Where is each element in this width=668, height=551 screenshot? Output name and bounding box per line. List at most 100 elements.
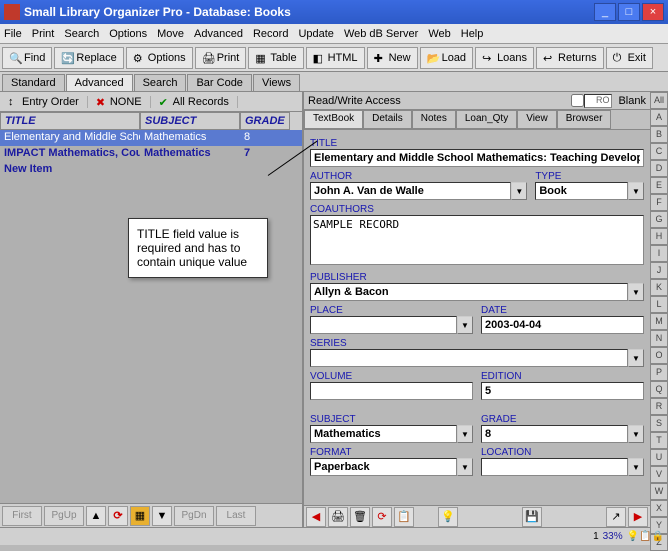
tab-barcode[interactable]: Bar Code — [187, 74, 251, 91]
alpha-q[interactable]: Q — [650, 381, 668, 398]
nav-last[interactable]: Last — [216, 506, 256, 526]
maximize-button[interactable]: □ — [618, 3, 640, 21]
menu-search[interactable]: Search — [64, 28, 99, 40]
nav-pgup[interactable]: PgUp — [44, 506, 84, 526]
returns-button[interactable]: ↩Returns — [536, 47, 604, 69]
dtab-details[interactable]: Details — [363, 110, 412, 129]
type-dropdown[interactable]: ▼ — [628, 182, 644, 200]
nav-pgdn[interactable]: PgDn — [174, 506, 214, 526]
series-field[interactable] — [310, 349, 628, 367]
edition-field[interactable] — [481, 382, 644, 400]
replace-button[interactable]: 🔄Replace — [54, 47, 123, 69]
tab-views[interactable]: Views — [253, 74, 300, 91]
fwd-button[interactable]: ▶ — [628, 507, 648, 527]
load-button[interactable]: 📂Load — [420, 47, 473, 69]
menu-print[interactable]: Print — [32, 28, 55, 40]
print-rec-button[interactable]: 🖨 — [328, 507, 348, 527]
nav-prev[interactable]: ▲ — [86, 506, 106, 526]
close-button[interactable]: × — [642, 3, 664, 21]
alpha-o[interactable]: O — [650, 347, 668, 364]
alpha-x[interactable]: X — [650, 500, 668, 517]
menu-help[interactable]: Help — [461, 28, 484, 40]
menu-update[interactable]: Update — [298, 28, 333, 40]
blank-label[interactable]: Blank — [618, 95, 646, 107]
coauthors-field[interactable] — [310, 215, 644, 265]
dtab-notes[interactable]: Notes — [412, 110, 456, 129]
type-field[interactable] — [535, 182, 628, 200]
alpha-k[interactable]: K — [650, 279, 668, 296]
alpha-v[interactable]: V — [650, 466, 668, 483]
place-dropdown[interactable]: ▼ — [457, 316, 473, 334]
col-grade[interactable]: GRADE — [240, 112, 290, 130]
exit-button[interactable]: ⏻Exit — [606, 47, 653, 69]
publisher-dropdown[interactable]: ▼ — [628, 283, 644, 301]
table-button[interactable]: ▦Table — [248, 47, 303, 69]
place-field[interactable] — [310, 316, 457, 334]
grade-dropdown[interactable]: ▼ — [628, 425, 644, 443]
table-row[interactable]: New Item — [0, 162, 302, 178]
alpha-all[interactable]: All — [650, 92, 668, 109]
subject-field[interactable] — [310, 425, 457, 443]
filter-all-records[interactable]: ✔All Records — [151, 96, 238, 108]
alpha-i[interactable]: I — [650, 245, 668, 262]
col-subject[interactable]: SUBJECT — [140, 112, 240, 130]
alpha-h[interactable]: H — [650, 228, 668, 245]
alpha-p[interactable]: P — [650, 364, 668, 381]
menu-advanced[interactable]: Advanced — [194, 28, 243, 40]
tab-advanced[interactable]: Advanced — [66, 74, 133, 91]
alpha-b[interactable]: B — [650, 126, 668, 143]
format-field[interactable] — [310, 458, 457, 476]
alpha-j[interactable]: J — [650, 262, 668, 279]
nav-refresh[interactable]: ⟳ — [108, 506, 128, 526]
ro-checkbox[interactable] — [571, 94, 584, 107]
col-title[interactable]: TITLE — [0, 112, 140, 130]
menu-webdb[interactable]: Web dB Server — [344, 28, 418, 40]
series-dropdown[interactable]: ▼ — [628, 349, 644, 367]
filter-none[interactable]: ✖NONE — [88, 96, 151, 108]
alpha-n[interactable]: N — [650, 330, 668, 347]
refresh-rec-button[interactable]: ⟳ — [372, 507, 392, 527]
location-field[interactable] — [481, 458, 628, 476]
filter-entry-order[interactable]: ↕Entry Order — [0, 96, 88, 108]
dtab-loanqty[interactable]: Loan_Qty — [456, 110, 517, 129]
export-button[interactable]: ↗ — [606, 507, 626, 527]
alpha-a[interactable]: A — [650, 109, 668, 126]
volume-field[interactable] — [310, 382, 473, 400]
publisher-field[interactable] — [310, 283, 628, 301]
alpha-m[interactable]: M — [650, 313, 668, 330]
nav-grid[interactable]: ▦ — [130, 506, 150, 526]
grid-body[interactable]: Elementary and Middle SchoolMathematics8… — [0, 130, 302, 503]
alpha-t[interactable]: T — [650, 432, 668, 449]
options-button[interactable]: ⚙Options — [126, 47, 193, 69]
location-dropdown[interactable]: ▼ — [628, 458, 644, 476]
subject-dropdown[interactable]: ▼ — [457, 425, 473, 443]
menu-options[interactable]: Options — [109, 28, 147, 40]
alpha-f[interactable]: F — [650, 194, 668, 211]
delete-button[interactable]: 🗑 — [350, 507, 370, 527]
author-dropdown[interactable]: ▼ — [511, 182, 527, 200]
html-button[interactable]: ◧HTML — [306, 47, 365, 69]
date-field[interactable] — [481, 316, 644, 334]
table-row[interactable]: Elementary and Middle SchoolMathematics8 — [0, 130, 302, 146]
tip-button[interactable]: 💡 — [438, 507, 458, 527]
title-field[interactable] — [310, 149, 644, 167]
tab-standard[interactable]: Standard — [2, 74, 65, 91]
back-button[interactable]: ◀ — [306, 507, 326, 527]
new-button[interactable]: ✚New — [367, 47, 418, 69]
loans-button[interactable]: ↪Loans — [475, 47, 534, 69]
alpha-s[interactable]: S — [650, 415, 668, 432]
alpha-d[interactable]: D — [650, 160, 668, 177]
find-button[interactable]: 🔍Find — [2, 47, 52, 69]
alpha-g[interactable]: G — [650, 211, 668, 228]
nav-next[interactable]: ▼ — [152, 506, 172, 526]
table-row[interactable]: IMPACT Mathematics, CourseMathematics7 — [0, 146, 302, 162]
nav-first[interactable]: First — [2, 506, 42, 526]
menu-web[interactable]: Web — [428, 28, 450, 40]
save-button[interactable]: 💾 — [522, 507, 542, 527]
alpha-r[interactable]: R — [650, 398, 668, 415]
alpha-c[interactable]: C — [650, 143, 668, 160]
author-field[interactable] — [310, 182, 511, 200]
minimize-button[interactable]: _ — [594, 3, 616, 21]
copy-button[interactable]: 📋 — [394, 507, 414, 527]
alpha-l[interactable]: L — [650, 296, 668, 313]
